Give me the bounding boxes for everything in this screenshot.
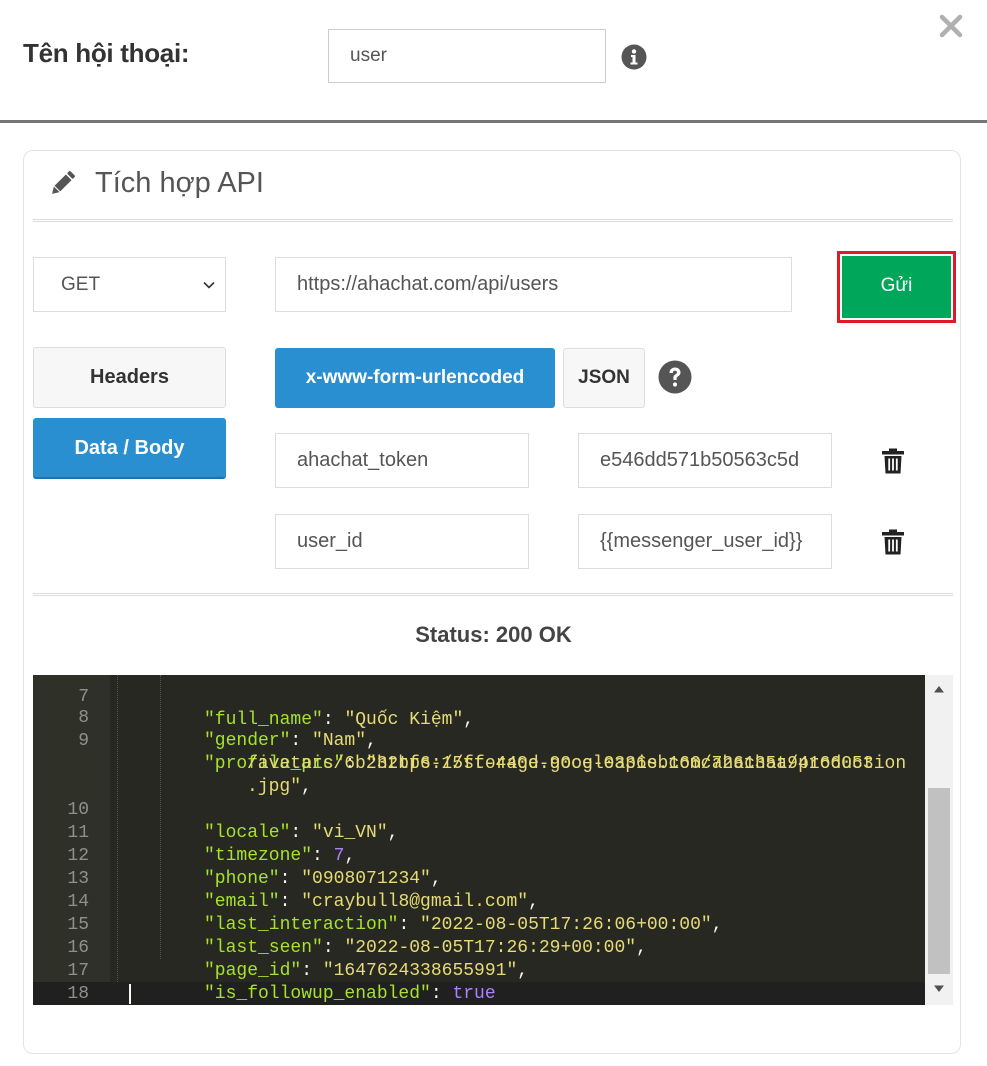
code-line-wrapped: /avatars/6b232bf6-15ff-440d-90ce-0336eb1… — [247, 754, 874, 774]
scroll-up-arrow-icon[interactable] — [933, 684, 945, 694]
trash-icon[interactable] — [881, 529, 905, 555]
code-line: 10 "locale": "vi_VN", — [67, 800, 399, 843]
header-divider — [0, 120, 987, 123]
close-x-icon[interactable] — [939, 14, 963, 38]
conversation-name-input[interactable]: user — [328, 29, 606, 83]
pencil-icon — [52, 170, 76, 194]
text-cursor — [129, 984, 131, 1004]
scrollbar-thumb[interactable] — [928, 788, 950, 974]
code-line: 18 } — [67, 984, 89, 1004]
response-status: Status: 200 OK — [415, 622, 572, 647]
param-key-input[interactable]: ahachat_token — [275, 433, 529, 488]
request-url-input[interactable]: https://ahachat.com/api/users — [275, 257, 792, 312]
http-method-value: GET — [61, 274, 101, 295]
code-line: 12 "phone": "0908071234", — [67, 846, 442, 889]
param-value-input[interactable]: {{messenger_user_id}} — [578, 514, 832, 569]
code-line: 16 "page_id": "1647624338655991", — [67, 938, 529, 981]
tab-headers[interactable]: Headers — [33, 347, 226, 408]
panel-divider-bottom — [33, 593, 953, 596]
panel-title: Tích hợp API — [95, 167, 264, 199]
body-type-form-urlencoded[interactable]: x-www-form-urlencoded — [275, 348, 555, 408]
http-method-select[interactable]: GET — [33, 257, 226, 312]
send-button[interactable]: Gửi — [842, 256, 951, 318]
editor-scrollbar[interactable] — [925, 675, 953, 1005]
code-line: 19 } — [33, 983, 928, 1005]
code-line: 11 "timezone": 7, — [67, 823, 356, 866]
panel-divider-top — [33, 219, 953, 222]
conversation-name-label: Tên hội thoại: — [23, 38, 190, 68]
code-line: 9 "profile_pic": "https://storage.google… — [78, 731, 907, 774]
help-question-icon[interactable] — [658, 360, 692, 394]
response-code-editor[interactable]: 7 "full_name": "Quốc Kiệm", 8 "gender": … — [33, 675, 953, 1005]
code-line: 17 "is_followup_enabled": true — [67, 961, 496, 1004]
code-line: 15 "last_seen": "2022-08-05T17:26:29+00:… — [67, 915, 647, 958]
code-line: 13 "email": "craybull8@gmail.com", — [67, 869, 539, 912]
param-value-input[interactable]: e546dd571b50563c5d — [578, 433, 832, 488]
code-line-wrapped: .jpg", — [247, 777, 312, 797]
code-line: 14 "last_interaction": "2022-08-05T17:26… — [67, 892, 723, 935]
chevron-down-icon — [203, 281, 215, 289]
info-circle-icon[interactable] — [621, 44, 647, 70]
trash-icon[interactable] — [881, 448, 905, 474]
tab-data-body[interactable]: Data / Body — [33, 418, 226, 479]
scroll-down-arrow-icon[interactable] — [933, 984, 945, 994]
code-line: 8 "gender": "Nam", — [78, 708, 377, 751]
param-key-input[interactable]: user_id — [275, 514, 529, 569]
body-type-json[interactable]: JSON — [563, 348, 645, 408]
